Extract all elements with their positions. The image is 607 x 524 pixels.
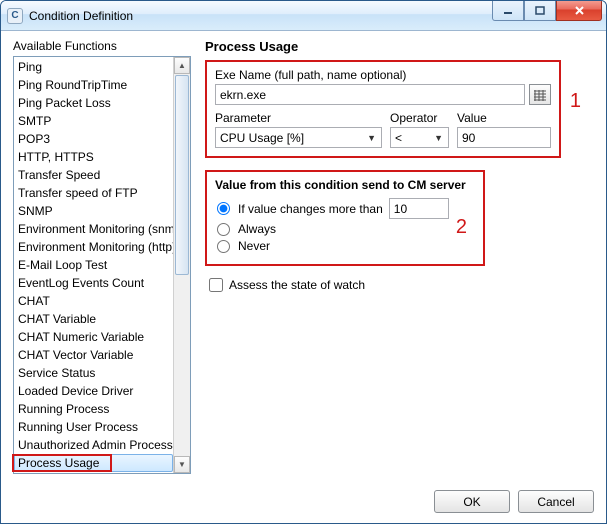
left-panel: Available Functions PingPing RoundTripTi… xyxy=(13,39,191,471)
list-item[interactable]: Running User Process xyxy=(14,418,173,436)
list-item[interactable]: Environment Monitoring (snmp) xyxy=(14,220,173,238)
list-item[interactable]: Unauthorized Admin Process xyxy=(14,436,173,454)
value-input[interactable] xyxy=(457,127,551,148)
list-item[interactable]: SMTP xyxy=(14,112,173,130)
grid-icon xyxy=(533,89,547,101)
chevron-down-icon: ▼ xyxy=(431,133,446,143)
radio-if-changes-label: If value changes more than xyxy=(238,202,383,216)
list-item[interactable]: CHAT Numeric Variable xyxy=(14,328,173,346)
functions-listbox[interactable]: PingPing RoundTripTimePing Packet LossSM… xyxy=(13,56,191,474)
radio-never-label: Never xyxy=(238,239,270,253)
list-item[interactable]: Process Usage xyxy=(14,454,173,472)
value-label: Value xyxy=(457,111,551,125)
list-item[interactable]: SNMP xyxy=(14,202,173,220)
scroll-thumb[interactable] xyxy=(175,75,189,275)
operator-select[interactable]: < ▼ xyxy=(390,127,449,148)
list-item[interactable]: E-Mail Loop Test xyxy=(14,256,173,274)
close-button[interactable] xyxy=(556,1,602,21)
condition-params-box: 1 Exe Name (full path, name optional) xyxy=(205,60,561,158)
dialog-button-row: OK Cancel xyxy=(434,490,594,513)
parameter-value: CPU Usage [%] xyxy=(220,131,304,145)
list-item[interactable]: CHAT Variable xyxy=(14,310,173,328)
window-controls xyxy=(492,1,602,21)
dialog-content: Available Functions PingPing RoundTripTi… xyxy=(1,31,606,523)
list-item[interactable]: CHAT Vector Variable xyxy=(14,346,173,364)
scroll-up-button[interactable]: ▲ xyxy=(174,57,190,74)
list-item[interactable]: Ping Packet Loss xyxy=(14,94,173,112)
list-item[interactable]: HTTP, HTTPS xyxy=(14,148,173,166)
chevron-down-icon: ▼ xyxy=(364,133,379,143)
scroll-down-button[interactable]: ▼ xyxy=(174,456,190,473)
browse-button[interactable] xyxy=(529,84,551,105)
list-item[interactable]: Loaded Device Driver xyxy=(14,382,173,400)
right-panel: Process Usage 1 Exe Name (full path, nam… xyxy=(205,39,594,471)
annotation-2: 2 xyxy=(456,216,467,239)
parameter-select[interactable]: CPU Usage [%] ▼ xyxy=(215,127,382,148)
send-condition-box: 2 Value from this condition send to CM s… xyxy=(205,170,485,266)
app-icon: C xyxy=(7,8,23,24)
list-item[interactable]: Transfer Speed xyxy=(14,166,173,184)
list-item[interactable]: Ping xyxy=(14,58,173,76)
radio-never[interactable] xyxy=(217,240,230,253)
parameter-label: Parameter xyxy=(215,111,382,125)
annotation-1: 1 xyxy=(570,90,581,113)
radio-always[interactable] xyxy=(217,223,230,236)
assess-state-checkbox[interactable] xyxy=(209,278,223,292)
changes-threshold-input[interactable] xyxy=(389,198,449,219)
window-title: Condition Definition xyxy=(29,9,133,23)
operator-label: Operator xyxy=(390,111,449,125)
send-condition-title: Value from this condition send to CM ser… xyxy=(215,178,475,192)
list-item[interactable]: Running Process xyxy=(14,400,173,418)
list-item[interactable]: POP3 xyxy=(14,130,173,148)
ok-button[interactable]: OK xyxy=(434,490,510,513)
maximize-button[interactable] xyxy=(524,1,556,21)
titlebar[interactable]: C Condition Definition xyxy=(1,1,606,31)
list-item[interactable]: Ping RoundTripTime xyxy=(14,76,173,94)
exe-name-input[interactable] xyxy=(215,84,525,105)
available-functions-label: Available Functions xyxy=(13,39,191,53)
operator-value: < xyxy=(395,131,402,145)
list-item[interactable]: EventLog Events Count xyxy=(14,274,173,292)
cancel-button[interactable]: Cancel xyxy=(518,490,594,513)
dialog-window: C Condition Definition Available Functio… xyxy=(0,0,607,524)
assess-state-label: Assess the state of watch xyxy=(229,278,365,292)
list-item[interactable]: Transfer speed of FTP xyxy=(14,184,173,202)
exe-name-label: Exe Name (full path, name optional) xyxy=(215,68,551,82)
radio-always-label: Always xyxy=(238,222,276,236)
list-item[interactable]: Environment Monitoring (http) xyxy=(14,238,173,256)
listbox-scrollbar[interactable]: ▲ ▼ xyxy=(173,57,190,473)
minimize-button[interactable] xyxy=(492,1,524,21)
list-item[interactable]: Service Status xyxy=(14,364,173,382)
radio-if-changes[interactable] xyxy=(217,202,230,215)
list-item[interactable]: CHAT xyxy=(14,292,173,310)
section-heading: Process Usage xyxy=(205,39,594,54)
